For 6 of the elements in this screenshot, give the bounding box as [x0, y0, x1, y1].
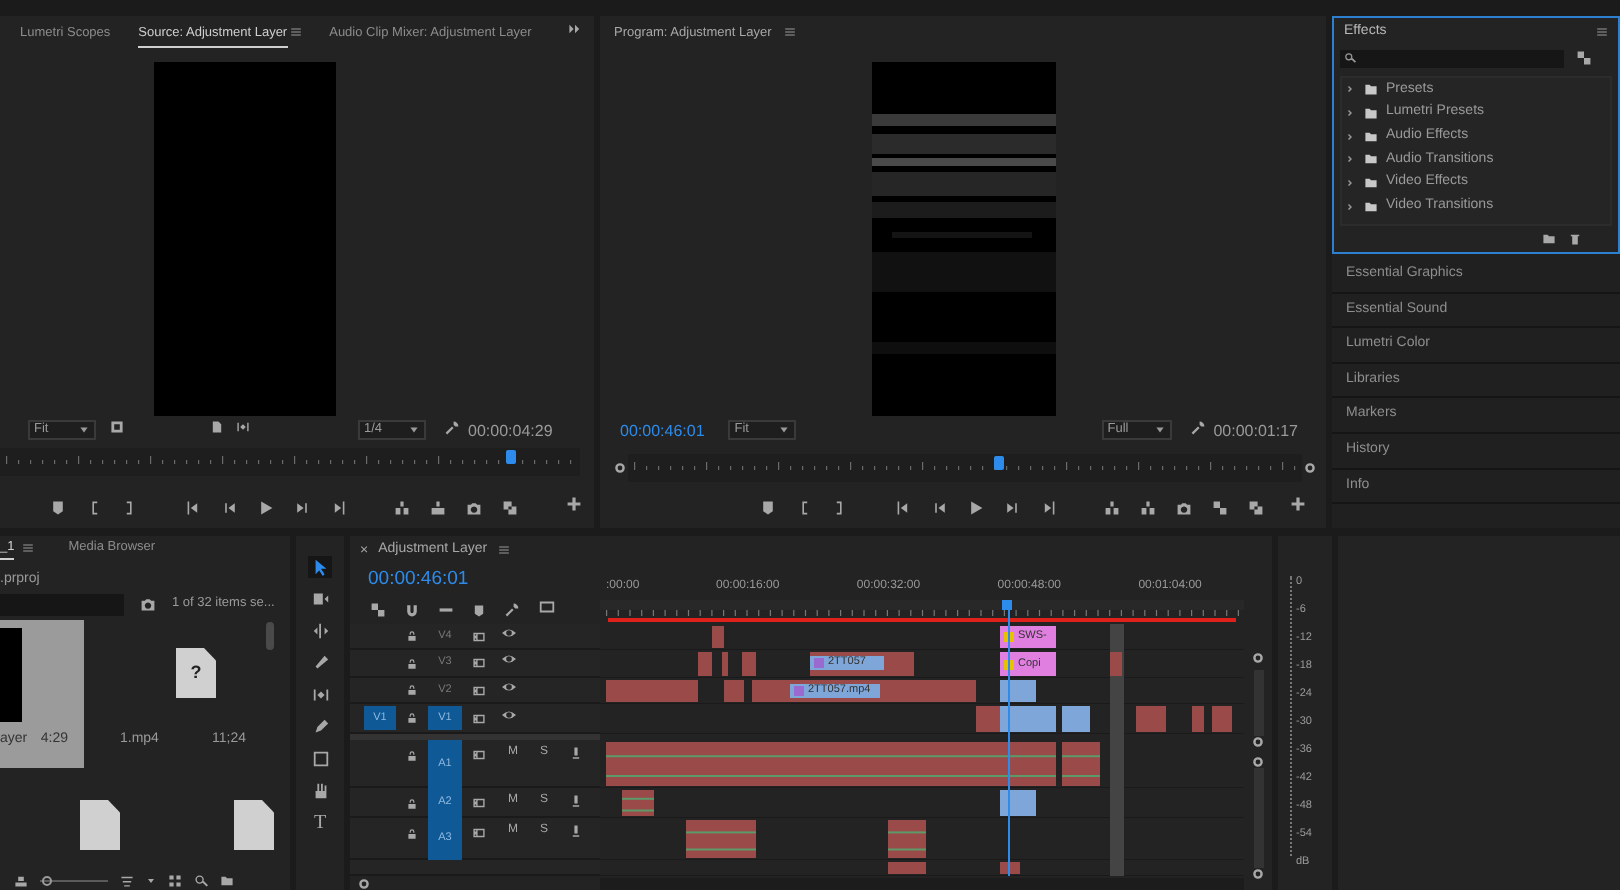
duration-timecode: 00:00:01:17 [1213, 421, 1298, 441]
timecode: 00:00:46:01 [366, 566, 471, 594]
file-icon: ? [176, 648, 216, 698]
tool-button[interactable]: T [308, 812, 332, 834]
duration-timecode: 00:00:04:29 [468, 421, 553, 441]
playhead-timecode: 00:00:46:01 [620, 421, 705, 441]
